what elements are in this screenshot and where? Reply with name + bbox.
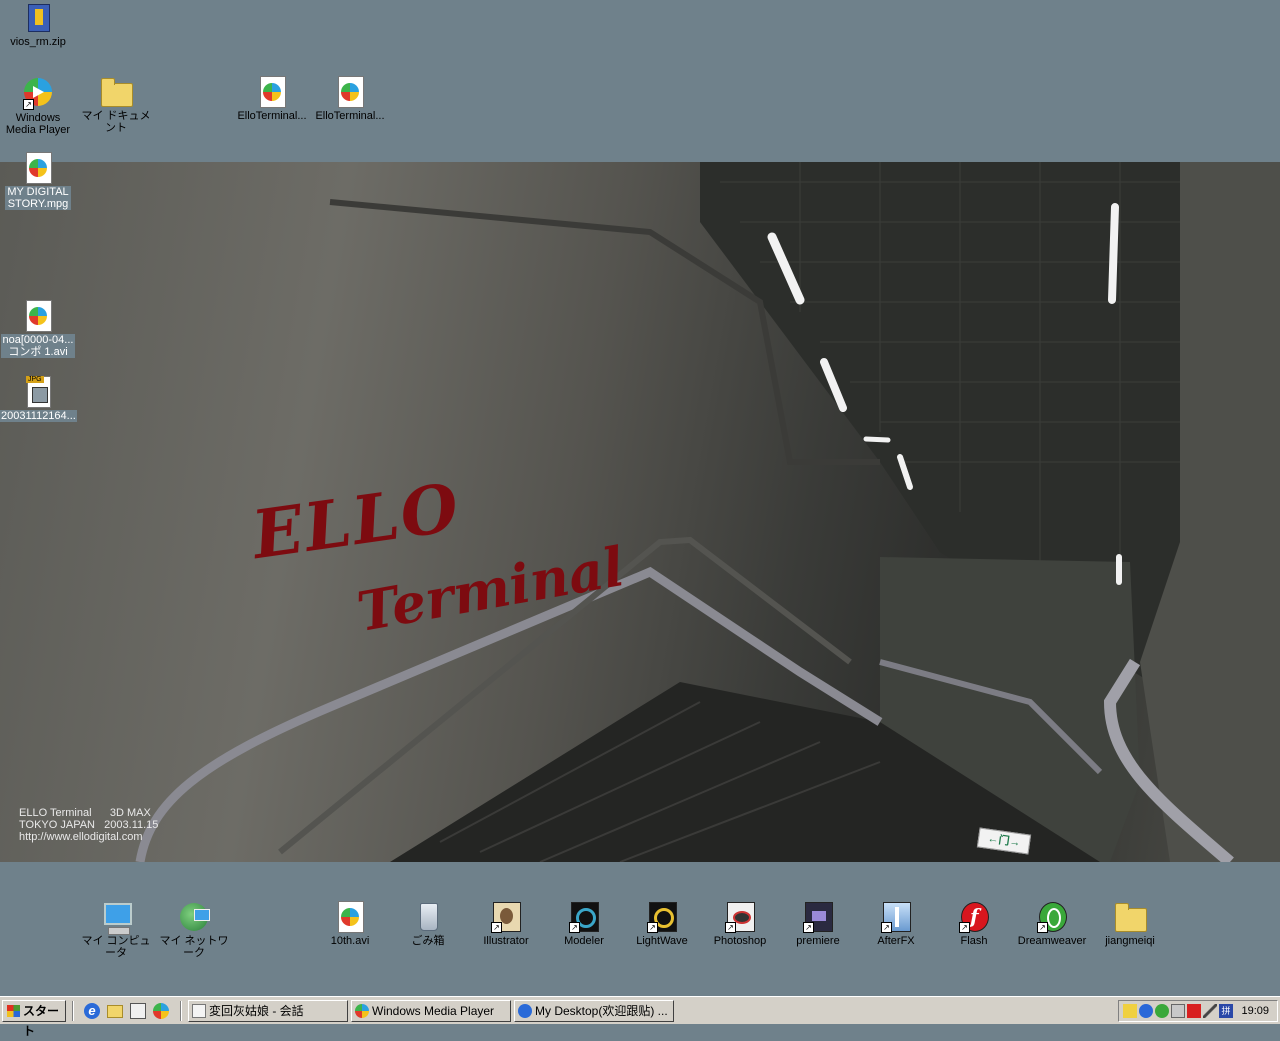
internet-explorer-icon[interactable]: e (84, 1003, 100, 1019)
desktop-wallpaper: ELLO Terminal ←门→ ELLO Terminal 3D MAX T… (0, 162, 1280, 862)
desktop-icon-label: ごみ箱 (411, 935, 445, 947)
lightwave-icon: ↗ (646, 901, 678, 933)
display-icon[interactable] (1171, 1004, 1185, 1018)
desktop-icon-label: vios_rm.zip (10, 36, 66, 48)
desktop-icon-label: LightWave (636, 935, 688, 947)
recycle-bin-icon (412, 901, 444, 933)
desktop-icon-flash[interactable]: ↗ Flash (936, 901, 1012, 947)
desktop-icon-noa-avi[interactable]: noa[0000-04... コンポ 1.avi (0, 300, 76, 358)
desktop-icon-label: マイ ネットワーク (159, 935, 229, 959)
taskbar-clock[interactable]: 19:09 (1241, 1001, 1269, 1021)
taskbar-task-my-desktop[interactable]: My Desktop(欢迎跟贴) ... (514, 1000, 674, 1022)
credit-line-3: http://www.ellodigital.com (19, 831, 143, 843)
desktop-icon-recycle-bin[interactable]: ごみ箱 (390, 901, 466, 947)
desktop-icon-label: マイ コンピュータ (81, 935, 151, 959)
start-button[interactable]: スタート (2, 1000, 66, 1038)
pen-tablet-icon[interactable] (1203, 1004, 1217, 1018)
my-network-icon (178, 901, 210, 933)
media-file-icon (256, 76, 288, 108)
desktop-icon-label: Photoshop (713, 935, 767, 947)
media-file-icon (22, 152, 54, 184)
taskbar-separator (72, 1001, 74, 1021)
desktop-icon-label: AfterFX (877, 935, 915, 947)
desktop-icon-label: Windows Media Player (5, 112, 71, 136)
media-file-icon (334, 76, 366, 108)
desktop-icon-label: ElloTerminal... (315, 110, 385, 122)
desktop-icon-label: 20031112164... (0, 410, 77, 422)
wallpaper-credit: ELLO Terminal 3D MAX TOKYO JAPAN 2003.11… (19, 807, 158, 843)
desktop-icon-elloterminal-2[interactable]: ElloTerminal... (312, 76, 388, 122)
antivirus-icon[interactable] (1187, 1004, 1201, 1018)
taskbar-task-chat[interactable]: 変回灰姑娘 - 会話 (188, 1000, 348, 1022)
desktop-icon-label: Modeler (564, 935, 604, 947)
desktop-icon-lightwave[interactable]: ↗ LightWave (624, 901, 700, 947)
modeler-icon: ↗ (568, 901, 600, 933)
desktop-icon-label: noa[0000-04... コンポ 1.avi (1, 334, 75, 358)
folder-icon (1114, 901, 1147, 933)
messenger-icon[interactable] (1139, 1004, 1153, 1018)
desktop-icon-jiangmeiqi[interactable]: jiangmeiqi (1092, 901, 1168, 947)
windows-media-player-icon (355, 1004, 369, 1018)
desktop-icon-label: MY DIGITAL STORY.mpg (5, 186, 71, 210)
desktop-icon-my-documents[interactable]: マイ ドキュメント (78, 76, 154, 134)
desktop-icon-label: マイ ドキュメント (81, 110, 151, 134)
taskbar-separator (180, 1001, 182, 1021)
desktop-icon-dreamweaver[interactable]: ↗ Dreamweaver (1014, 901, 1090, 947)
windows-flag-icon (7, 1005, 20, 1017)
desktop-icon-afterfx[interactable]: ↗ AfterFX (858, 901, 934, 947)
desktop-icon-label: Flash (960, 935, 988, 947)
flash-icon: ↗ (958, 901, 990, 933)
network-status-icon[interactable] (1155, 1004, 1169, 1018)
dreamweaver-icon: ↗ (1036, 901, 1068, 933)
desktop-icon-label: ElloTerminal... (237, 110, 307, 122)
desktop-icon-elloterminal-1[interactable]: ElloTerminal... (234, 76, 310, 122)
desktop-icon-label: Illustrator (483, 935, 529, 947)
my-documents-folder-icon (100, 76, 133, 108)
jpg-file-icon (22, 376, 54, 408)
windows-media-player-icon[interactable] (153, 1003, 169, 1019)
desktop-icon-illustrator[interactable]: ↗ Illustrator (468, 901, 544, 947)
desktop-icon-my-network[interactable]: マイ ネットワーク (156, 901, 232, 959)
illustrator-icon: ↗ (490, 901, 522, 933)
taskbar-task-label: My Desktop(欢迎跟贴) ... (535, 1004, 668, 1018)
desktop-icon-modeler[interactable]: ↗ Modeler (546, 901, 622, 947)
desktop-icon-label: premiere (796, 935, 840, 947)
photoshop-icon: ↗ (724, 901, 756, 933)
desktop-icon-premiere[interactable]: ↗ premiere (780, 901, 856, 947)
credit-line-1: ELLO Terminal 3D MAX (19, 807, 151, 819)
taskbar-task-windows-media-player[interactable]: Windows Media Player (351, 1000, 511, 1022)
my-computer-icon (100, 901, 132, 935)
zip-archive-icon (22, 2, 54, 34)
premiere-icon: ↗ (802, 901, 834, 933)
desktop-icon-my-computer[interactable]: マイ コンピュータ (78, 901, 154, 959)
taskbar-task-label: Windows Media Player (372, 1004, 495, 1018)
taskbar-task-label: 変回灰姑娘 - 会話 (209, 1004, 304, 1018)
windows-media-player-icon: ↗ (22, 78, 54, 110)
start-button-label: スタート (23, 1004, 60, 1038)
chat-window-icon (192, 1004, 206, 1018)
internet-explorer-icon (518, 1004, 532, 1018)
desktop-icon-label: jiangmeiqi (1105, 935, 1155, 947)
credit-line-2: TOKYO JAPAN 2003.11.15 (19, 819, 159, 831)
system-tray: 拼 19:09 (1118, 1000, 1278, 1022)
input-method-icon[interactable]: 拼 (1219, 1004, 1233, 1018)
desktop-icon-10th-avi[interactable]: 10th.avi (312, 901, 388, 947)
explorer-folder-icon[interactable] (107, 1005, 123, 1018)
desktop-icon-label: 10th.avi (330, 935, 370, 947)
desktop-icon-jpg-file[interactable]: 20031112164... (0, 376, 77, 422)
media-file-icon (22, 300, 54, 332)
desktop-icon-label: Dreamweaver (1017, 935, 1087, 947)
volume-icon[interactable] (1123, 1004, 1137, 1018)
desktop-icon-my-digital-story[interactable]: MY DIGITAL STORY.mpg (0, 152, 76, 210)
desktop-icon-photoshop[interactable]: ↗ Photoshop (702, 901, 778, 947)
media-file-icon (334, 901, 366, 933)
show-desktop-icon[interactable] (130, 1003, 146, 1019)
desktop-icon-windows-media-player[interactable]: ↗ Windows Media Player (0, 76, 76, 136)
taskbar: スタート e 変回灰姑娘 - 会話 Windows Media Player M… (0, 996, 1280, 1038)
afterfx-icon: ↗ (880, 901, 912, 933)
stairwell-scene (135, 162, 1280, 862)
desktop-icon-vios-zip[interactable]: vios_rm.zip (0, 2, 76, 48)
